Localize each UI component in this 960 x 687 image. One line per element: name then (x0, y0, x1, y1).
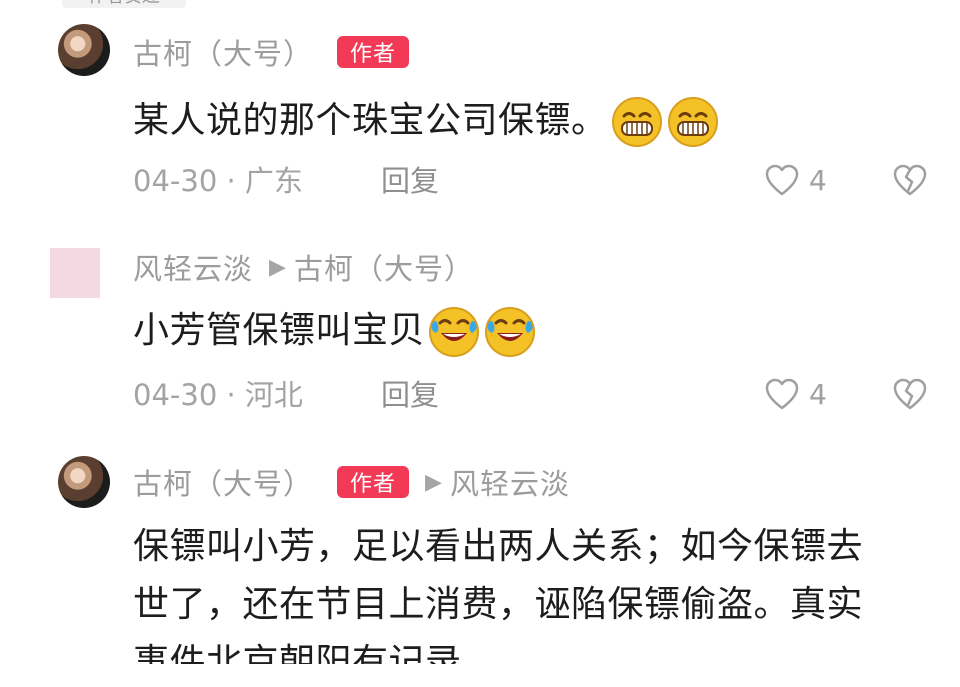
comment-footer: 04-30 · 广东 回复 4 (133, 160, 933, 202)
date-location: 04-30 · 广东 (133, 164, 303, 198)
grinning-face-icon (666, 95, 720, 149)
comment-text-content: 小芳管保镖叫宝贝 (133, 310, 426, 351)
comment-text: 保镖叫小芳，足以看出两人关系；如今保镖去 世了，还在节目上消费，诬陷保镖偷盗。真… (133, 518, 863, 687)
like-count: 4 (809, 378, 827, 411)
reply-button[interactable]: 回复 (381, 160, 439, 202)
laughing-crying-face-icon (427, 305, 481, 359)
avatar[interactable] (58, 456, 110, 508)
broken-heart-outline-icon[interactable] (891, 376, 929, 414)
comment-text: 某人说的那个珠宝公司保镖。 (133, 92, 720, 150)
comment-footer: 04-30 · 河北 回复 4 (133, 374, 933, 416)
date-location: 04-30 · 河北 (133, 378, 303, 412)
author-badge: 作者 (337, 466, 410, 498)
reply-target[interactable]: 风轻云淡 (450, 461, 570, 503)
reply-button[interactable]: 回复 (381, 374, 439, 416)
broken-heart-outline-icon[interactable] (891, 162, 929, 200)
top-cut-label: 作者赞过 (62, 0, 186, 8)
grinning-face-icon (610, 95, 664, 149)
comment-meta: 古柯（大号） 作者 (133, 31, 410, 73)
play-triangle-icon: ▶ (425, 469, 442, 495)
comment-meta: 风轻云淡 ▶ 古柯（大号） (133, 247, 474, 287)
author-badge: 作者 (337, 36, 410, 68)
comment-text: 小芳管保镖叫宝贝 (133, 302, 537, 360)
like-count: 4 (809, 164, 827, 197)
username[interactable]: 古柯（大号） (133, 461, 313, 503)
username[interactable]: 风轻云淡 (133, 246, 253, 288)
heart-outline-icon (765, 164, 799, 196)
comment-text-line: 世了，还在节目上消费，诬陷保镖偷盗。真实 (133, 584, 864, 625)
comment-meta: 古柯（大号） 作者 ▶ 风轻云淡 (133, 462, 570, 502)
laughing-crying-face-icon (483, 305, 537, 359)
avatar[interactable] (58, 24, 110, 76)
avatar[interactable] (50, 248, 100, 298)
username[interactable]: 古柯（大号） (133, 31, 313, 73)
comment-text-line: 事件北京朝阳有记录 (133, 642, 462, 683)
heart-outline-icon (765, 378, 799, 410)
comments-screen: 作者赞过 古柯（大号） 作者 某人说的那个珠宝公司保镖。 (0, 0, 960, 687)
comment-text-line: 保镖叫小芳，足以看出两人关系；如今保镖去 (133, 526, 864, 567)
play-triangle-icon: ▶ (269, 254, 286, 280)
like-button[interactable]: 4 (763, 162, 827, 200)
like-button[interactable]: 4 (763, 376, 827, 414)
reply-target[interactable]: 古柯（大号） (294, 246, 474, 288)
comment-text-content: 某人说的那个珠宝公司保镖。 (133, 100, 608, 141)
